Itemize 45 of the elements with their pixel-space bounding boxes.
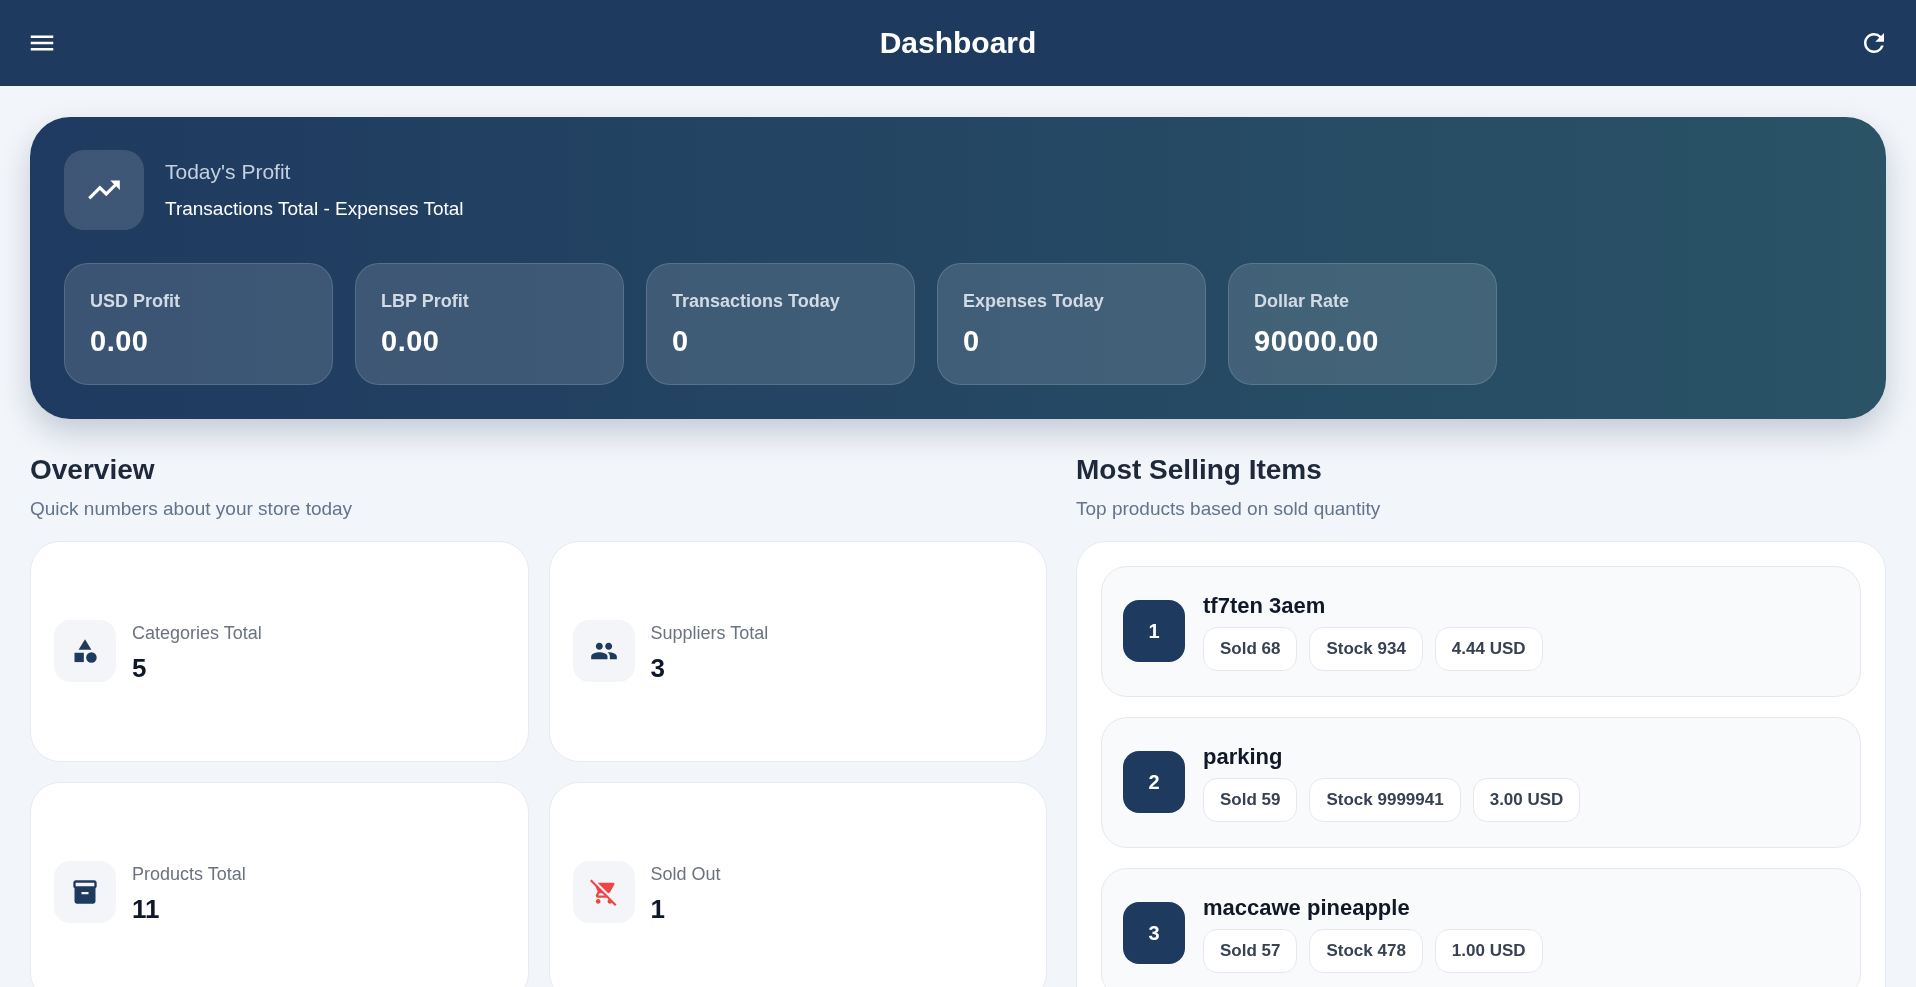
page-title: Dashboard bbox=[879, 28, 1037, 58]
summary-value: 5 bbox=[132, 654, 148, 681]
item-name: parking bbox=[1203, 742, 1284, 770]
item-tag: Sold 59 bbox=[1203, 778, 1298, 822]
item-name: tf7ten 3aem bbox=[1203, 591, 1327, 619]
summary-label: Categories Total bbox=[132, 622, 262, 645]
stat-label: USD Profit bbox=[90, 290, 181, 313]
item-tag: Sold 68 bbox=[1203, 627, 1298, 671]
section-subtitle: Quick numbers about your store today bbox=[30, 497, 354, 521]
archive-box-icon bbox=[54, 861, 116, 924]
profit-subtitle: Transactions Total - Expenses Total bbox=[165, 197, 464, 221]
crossed-cart-icon bbox=[572, 861, 635, 924]
item-tag: 3.00 USD bbox=[1472, 778, 1581, 822]
item-tag: Sold 57 bbox=[1203, 929, 1298, 973]
section-subtitle: Top products based on sold quantity bbox=[1076, 497, 1382, 521]
rank-badge: 3 bbox=[1123, 902, 1185, 965]
item-tag: Stock 478 bbox=[1309, 929, 1423, 973]
rank-badge: 2 bbox=[1123, 751, 1185, 814]
stat-label: LBP Profit bbox=[381, 290, 470, 313]
profit-title: Today's Profit bbox=[165, 159, 292, 185]
section-title: Most Selling Items bbox=[1076, 453, 1323, 487]
summary-label: Suppliers Total bbox=[650, 622, 769, 645]
stat-value: 0.00 bbox=[381, 326, 441, 356]
section-title: Overview bbox=[30, 453, 156, 487]
item-tag: Stock 9999941 bbox=[1309, 778, 1461, 822]
stat-value: 0 bbox=[672, 326, 690, 356]
stat-label: Dollar Rate bbox=[1254, 290, 1351, 313]
summary-value: 1 bbox=[650, 895, 666, 922]
summary-value: 3 bbox=[650, 654, 666, 681]
trending-up-icon bbox=[64, 150, 144, 230]
stat-label: Expenses Today bbox=[963, 290, 1105, 313]
rank-badge: 1 bbox=[1123, 600, 1185, 663]
item-name: maccawe pineapple bbox=[1203, 893, 1411, 921]
stat-value: 0 bbox=[963, 326, 981, 356]
people-icon bbox=[572, 620, 635, 683]
summary-label: Sold Out bbox=[650, 863, 721, 886]
item-tag: 4.44 USD bbox=[1434, 627, 1543, 671]
item-tag: Stock 934 bbox=[1309, 627, 1423, 671]
stat-label: Transactions Today bbox=[672, 290, 841, 313]
stat-value: 0.00 bbox=[90, 326, 150, 356]
shapes-icon bbox=[54, 620, 116, 683]
summary-value: 11 bbox=[132, 895, 161, 922]
summary-label: Products Total bbox=[132, 863, 246, 886]
item-tag: 1.00 USD bbox=[1434, 929, 1543, 973]
stat-value: 90000.00 bbox=[1254, 326, 1380, 356]
